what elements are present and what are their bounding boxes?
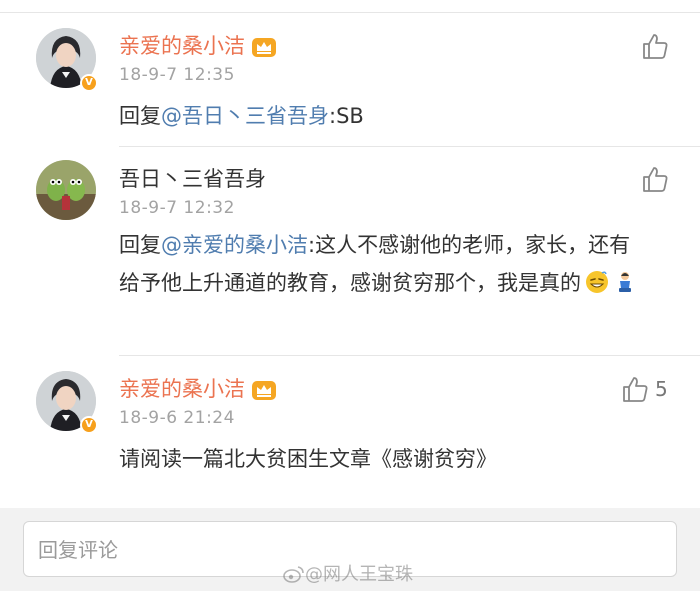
comment-time: 18-9-6 21:24 <box>119 408 235 428</box>
thumbs-up-icon <box>623 377 648 402</box>
crown-badge-icon <box>252 38 276 57</box>
comment-divider <box>119 146 700 147</box>
avatar-image <box>36 160 96 220</box>
kneeling-person-emoji-icon <box>619 272 631 292</box>
weibo-logo-icon <box>283 566 304 583</box>
comment-author[interactable]: 吾日丶三省吾身 <box>119 166 266 192</box>
comment-body: 请阅读一篇北大贫困生文章《感谢贫穷》 <box>119 447 497 471</box>
thumbs-up-icon <box>643 34 668 59</box>
watermark-text: @网人王宝珠 <box>305 564 413 585</box>
comment-author[interactable]: 亲爱的桑小洁 <box>119 33 277 59</box>
mention-link[interactable]: @亲爱的桑小洁 <box>161 233 308 257</box>
reply-prefix: 回复 <box>119 104 161 128</box>
comment-body: 回复@亲爱的桑小洁:这人不感谢他的老师，家长，还有给予他上升通道的教育，感谢贫穷… <box>119 226 649 302</box>
comment-time: 18-9-7 12:32 <box>119 198 235 218</box>
verified-icon: V <box>80 416 98 434</box>
comment-feed: V 亲爱的桑小洁 18-9-7 12:35 回复@吾日丶三省吾身:SB 吾日丶三… <box>0 0 700 508</box>
like-button[interactable] <box>641 165 675 193</box>
author-name[interactable]: 亲爱的桑小洁 <box>119 377 245 401</box>
comment-body: 回复@吾日丶三省吾身:SB <box>119 97 664 135</box>
crown-badge-icon <box>252 381 276 400</box>
comment-text: :SB <box>329 104 364 128</box>
like-button[interactable]: 5 <box>621 375 668 403</box>
mention-link[interactable]: @吾日丶三省吾身 <box>161 104 329 128</box>
grin-emoji-icon <box>586 271 608 293</box>
weibo-watermark: @网人王宝珠 <box>283 560 413 586</box>
avatar[interactable] <box>36 160 96 220</box>
comment-author[interactable]: 亲爱的桑小洁 <box>119 376 277 402</box>
reply-prefix: 回复 <box>119 233 161 257</box>
thumbs-up-icon <box>643 167 668 192</box>
comment-divider <box>119 355 700 356</box>
author-name[interactable]: 亲爱的桑小洁 <box>119 34 245 58</box>
top-divider <box>0 12 700 13</box>
like-count: 5 <box>655 377 668 401</box>
verified-icon: V <box>80 74 98 92</box>
comment-time: 18-9-7 12:35 <box>119 65 235 85</box>
like-button[interactable] <box>641 32 675 60</box>
